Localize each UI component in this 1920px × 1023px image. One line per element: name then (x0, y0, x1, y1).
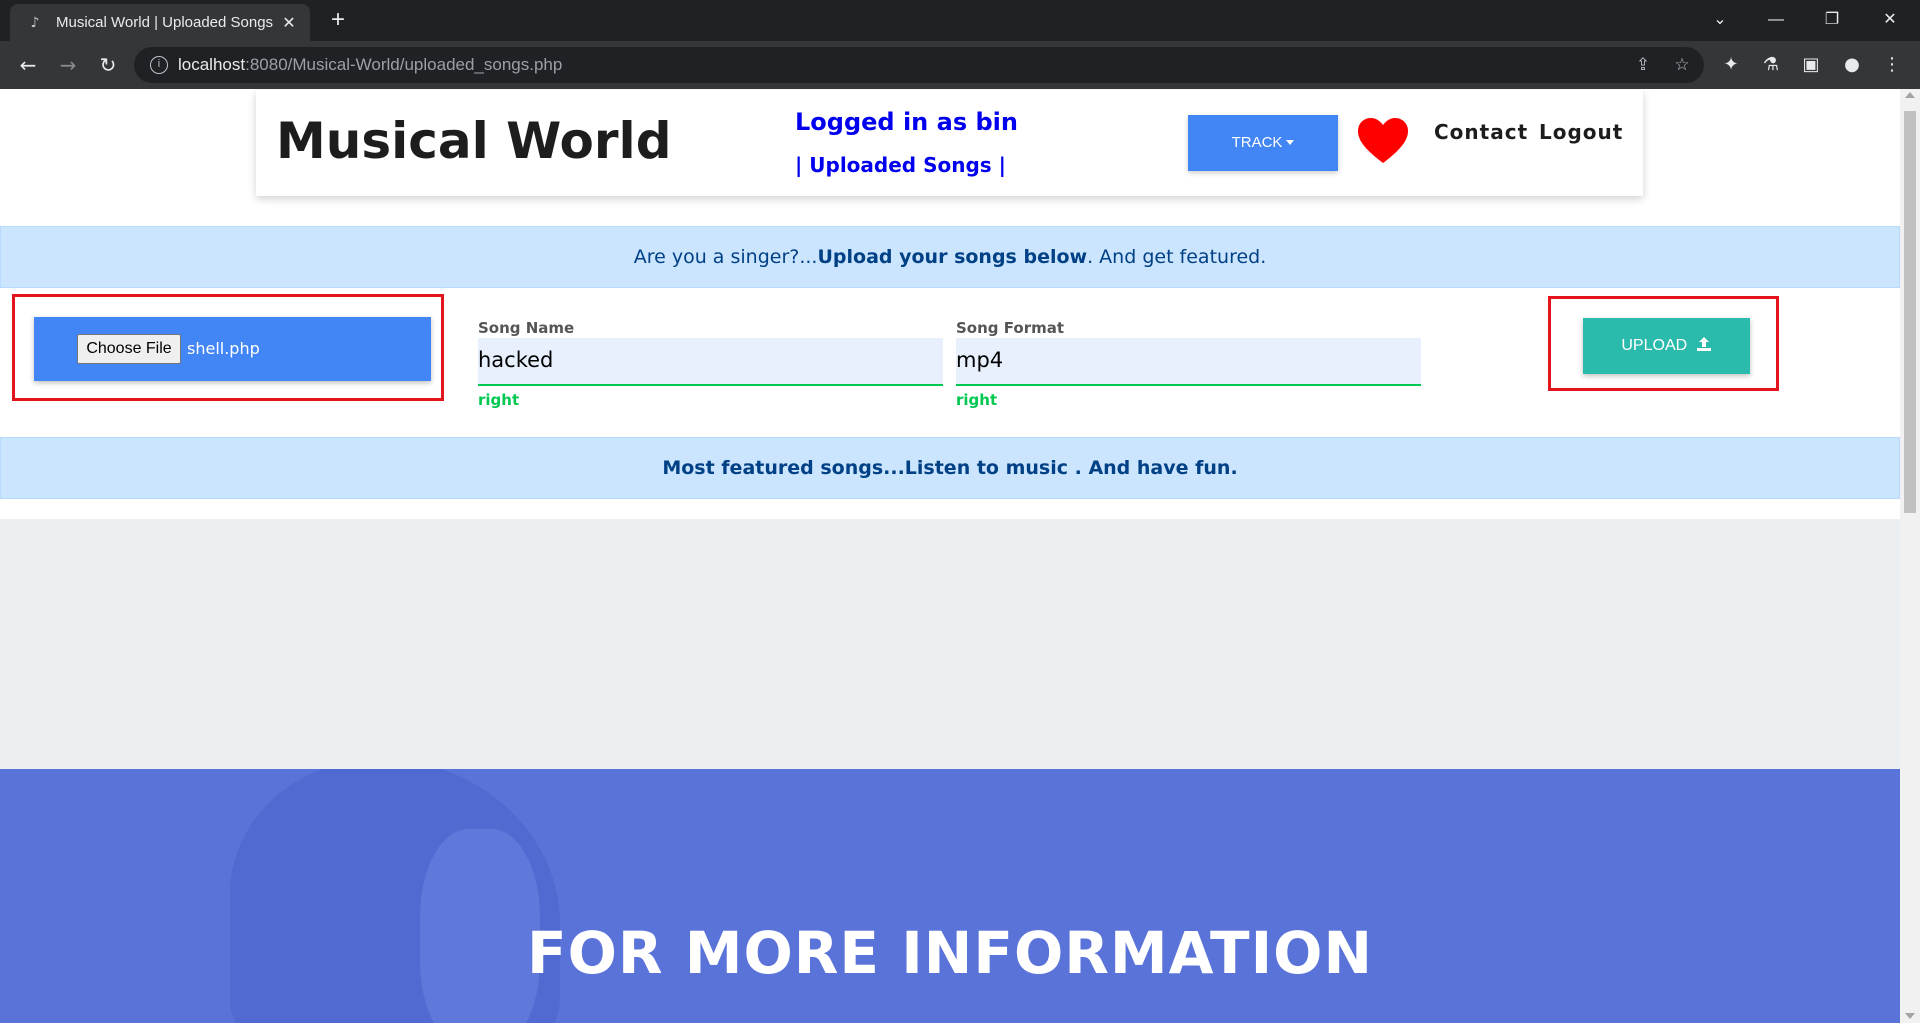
browser-tab-bar: ♪ Musical World | Uploaded Songs ✕ + ⌄ —… (0, 0, 1920, 41)
upload-icon (1696, 336, 1711, 351)
song-name-valid-text: right (478, 391, 520, 409)
heart-icon[interactable] (1356, 116, 1410, 166)
track-dropdown-button[interactable]: TRACK (1188, 115, 1338, 171)
page-scrollbar[interactable] (1900, 89, 1920, 1023)
labs-flask-icon[interactable]: ⚗ (1757, 51, 1785, 79)
site-brand[interactable]: Musical World (276, 112, 671, 170)
bookmark-star-icon[interactable]: ☆ (1670, 53, 1694, 77)
song-format-input[interactable]: mp4 (956, 338, 1421, 386)
song-name-label: Song Name (478, 319, 575, 337)
site-header: Musical World Logged in as bin | Uploade… (256, 90, 1643, 196)
menu-icon[interactable]: ⋮ (1878, 51, 1906, 79)
music-note-icon: ♪ (30, 15, 40, 31)
scroll-up-arrow-icon[interactable] (1905, 92, 1915, 98)
reload-icon[interactable]: ↻ (94, 51, 122, 79)
selected-file-name: shell.php (187, 339, 260, 358)
scroll-thumb[interactable] (1904, 111, 1916, 513)
profile-icon[interactable]: ● (1838, 51, 1866, 79)
featured-songs-area (0, 519, 1900, 769)
back-icon[interactable]: ← (14, 51, 42, 79)
browser-toolbar: ← → ↻ i localhost:8080/Musical-World/upl… (0, 41, 1920, 89)
side-panel-icon[interactable]: ▣ (1797, 51, 1825, 79)
forward-icon[interactable]: → (54, 51, 82, 79)
contact-link[interactable]: Contact (1434, 120, 1528, 144)
uploaded-songs-link[interactable]: | Uploaded Songs | (795, 153, 1006, 177)
song-name-input[interactable]: hacked (478, 338, 943, 386)
close-window-icon[interactable]: ✕ (1870, 6, 1910, 34)
site-info-icon[interactable]: i (150, 56, 168, 74)
upload-button[interactable]: UPLOAD (1583, 318, 1750, 374)
info-title: FOR MORE INFORMATION (526, 919, 1374, 987)
featured-banner: Most featured songs...Listen to music . … (0, 437, 1900, 499)
browser-tab[interactable]: ♪ Musical World | Uploaded Songs ✕ (10, 4, 310, 41)
logged-in-text: Logged in as bin (795, 108, 1018, 136)
file-chooser-panel: Choose File shell.php (34, 317, 431, 381)
url-text: localhost:8080/Musical-World/uploaded_so… (178, 55, 563, 74)
share-icon[interactable]: ⇪ (1631, 53, 1655, 77)
info-section: FOR MORE INFORMATION (0, 769, 1900, 1023)
address-bar[interactable]: i localhost:8080/Musical-World/uploaded_… (134, 47, 1704, 83)
upload-banner: Are you a singer?...Upload your songs be… (0, 226, 1900, 288)
caret-down-icon (1286, 139, 1295, 145)
close-tab-icon[interactable]: ✕ (278, 12, 300, 34)
page-viewport: Musical World Logged in as bin | Uploade… (0, 89, 1900, 1023)
tab-title: Musical World | Uploaded Songs (56, 14, 274, 31)
song-format-label: Song Format (956, 319, 1065, 337)
song-format-valid-text: right (956, 391, 998, 409)
restore-icon[interactable]: ❐ (1812, 6, 1852, 34)
minimize-icon[interactable]: — (1756, 6, 1796, 34)
scroll-down-arrow-icon[interactable] (1905, 1013, 1915, 1019)
new-tab-icon[interactable]: + (324, 8, 352, 34)
extensions-icon[interactable]: ✦ (1717, 51, 1745, 79)
choose-file-button[interactable]: Choose File (77, 334, 181, 364)
tab-search-icon[interactable]: ⌄ (1700, 6, 1740, 34)
logout-link[interactable]: Logout (1539, 120, 1623, 144)
